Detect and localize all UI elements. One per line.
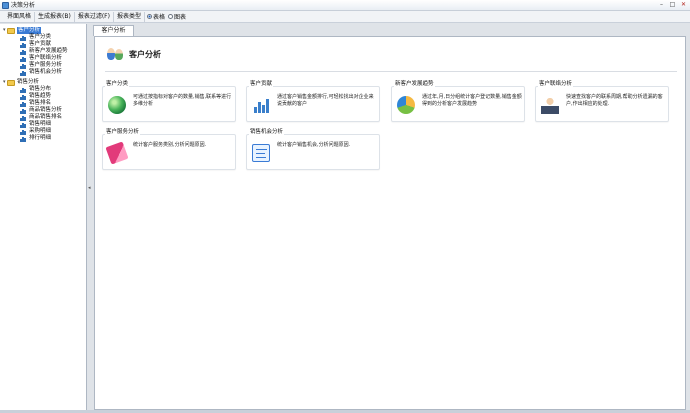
card-title: 销售机会分析 [249,129,285,135]
report-chart-icon [20,42,27,48]
minimize-button[interactable]: – [657,1,666,9]
radio-indicator [146,14,152,19]
card-new-customer-trend[interactable]: 新客户发展趋势 通过年,月,日分组统计客户登记数量,销售金额得到的分析客户发展趋… [391,81,525,122]
tree-item[interactable]: 客户服务分析 [20,62,62,69]
main-panel: 客户分析 客户分析 客户分类 可通过按指标对客户的数量,销售,联系等进行多维分析… [92,24,690,413]
card-customer-contact-analysis[interactable]: 客户联络分析 快速查找客户的联系周期,帮助分析遗漏的客户,作出相应的处理. [535,81,669,122]
radio-table[interactable]: 表格 [146,12,165,21]
tree-item[interactable]: 商品销售排名 [20,114,62,121]
app-icon [2,2,9,9]
menubar: 界面风格 生成报表(B) 报表过滤(F) 报表类型 表格 图表 [0,11,690,23]
report-type-radio-group: 表格 图表 [146,12,186,21]
id-card-icon [252,144,270,162]
card-title: 客户分类 [105,81,130,87]
window-title: 决策分析 [11,2,36,9]
report-chart-icon [20,136,27,142]
card-title: 客户联络分析 [538,81,574,87]
report-chart-icon [20,87,27,93]
card-title: 新客户发展趋势 [394,81,435,87]
report-chart-icon [20,122,27,128]
card-title: 客户贡献 [249,81,274,87]
card-customer-contribution[interactable]: 客户贡献 通过客户销售金额排行,可轻松找出对企业来说贡献的客户 [246,81,380,122]
folder-icon [7,27,15,34]
maximize-button[interactable]: □ [668,1,677,9]
tree-group-sales-analysis[interactable]: ▾ 销售分析 [3,79,39,86]
radio-indicator [168,14,173,19]
pie-chart-icon [397,96,415,114]
tree-item[interactable]: 客户联络分析 [20,55,62,62]
tree-item[interactable]: 销售趋势 [20,93,51,100]
bar-chart-icon [252,96,270,114]
page-title: 客户分析 [129,49,161,59]
tab-customer-analysis[interactable]: 客户分析 [93,25,134,36]
book-icon [105,141,129,165]
card-description: 统计客户销售机会,分析问题原因. [277,142,351,148]
card-description: 通过客户销售金额排行,可轻松找出对企业来说贡献的客户 [277,94,374,107]
menu-theme[interactable]: 界面风格 [4,11,36,22]
card-customer-classification[interactable]: 客户分类 可通过按指标对客户的数量,销售,联系等进行多维分析 [102,81,236,122]
radio-label: 图表 [174,14,187,21]
report-chart-icon [20,108,27,114]
menu-generate-report[interactable]: 生成报表(B) [35,11,75,22]
tree-item[interactable]: 销售机会分析 [20,69,62,76]
users-icon [105,46,125,62]
radio-label: 表格 [152,14,165,21]
tree-item[interactable]: 销售明细 [20,121,51,128]
divider [105,71,677,72]
person-icon [541,96,559,114]
sphere-puzzle-icon [108,96,126,114]
tree-item[interactable]: 客户贡献 [20,41,51,48]
report-chart-icon [20,101,27,107]
card-title: 客户服务分析 [105,129,141,135]
tab-content: 客户分析 客户分类 可通过按指标对客户的数量,销售,联系等进行多维分析 客户贡献… [94,36,686,410]
page-header: 客户分析 [105,46,161,62]
report-chart-icon [20,94,27,100]
card-sales-opportunity-analysis[interactable]: 销售机会分析 统计客户销售机会,分析问题原因. [246,129,380,170]
tree-group-customer-analysis[interactable]: ▾ 客户分析 [3,27,42,34]
report-chart-icon [20,129,27,135]
tree-group-label: 客户分析 [17,27,42,34]
card-description: 可通过按指标对客户的数量,销售,联系等进行多维分析 [133,94,232,107]
tree-item[interactable]: 排行明细 [20,135,51,142]
card-description: 通过年,月,日分组统计客户登记数量,销售金额得到的分析客户发展趋势 [422,94,522,107]
tree-item[interactable]: 销售分布 [20,86,51,93]
navigation-tree: ▾ 客户分析 客户分类 客户贡献 新客户发展趋势 客户联络分析 客户服务分析 销… [0,24,87,410]
close-button[interactable]: ✕ [679,1,688,9]
card-customer-service-analysis[interactable]: 客户服务分析 统计客户服务类别,分析问题原因. [102,129,236,170]
report-chart-icon [20,63,27,69]
report-chart-icon [20,56,27,62]
report-chart-icon [20,115,27,121]
tree-item[interactable]: 新客户发展趋势 [20,48,68,55]
folder-icon [7,79,15,86]
radio-chart[interactable]: 图表 [168,12,186,21]
window-titlebar: 决策分析 – □ ✕ [0,0,690,11]
menu-report-filter[interactable]: 报表过滤(F) [75,11,114,22]
report-chart-icon [20,70,27,76]
report-chart-icon [20,35,27,41]
report-chart-icon [20,49,27,55]
menu-report-type-label: 报表类型 [114,11,145,22]
card-description: 统计客户服务类别,分析问题原因. [133,142,207,148]
collapse-arrow-icon[interactable]: ◂ [88,185,91,191]
tree-group-label: 销售分析 [17,79,40,85]
tree-item[interactable]: 销售排名 [20,100,51,107]
tree-item[interactable]: 客户分类 [20,34,51,41]
tree-item[interactable]: 商品销售分析 [20,107,62,114]
tree-item[interactable]: 采购明细 [20,128,51,135]
card-description: 快速查找客户的联系周期,帮助分析遗漏的客户,作出相应的处理. [566,94,663,107]
